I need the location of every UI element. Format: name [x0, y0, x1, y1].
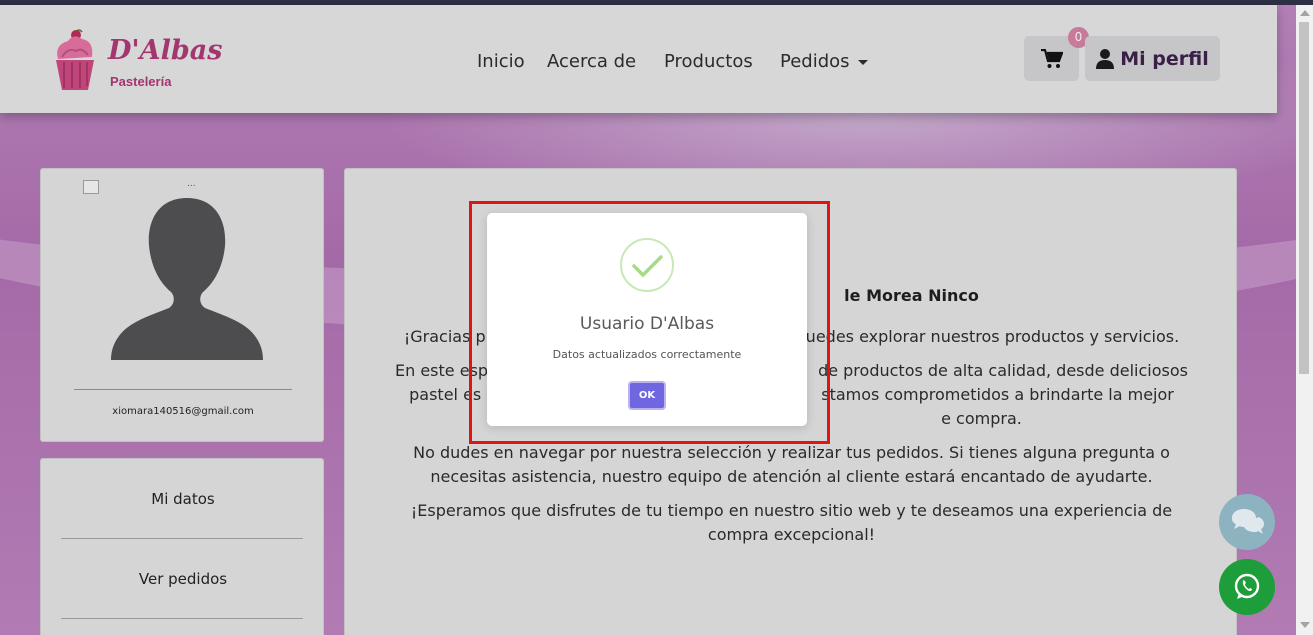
- scroll-up-arrow-icon[interactable]: [1300, 10, 1310, 16]
- scroll-down-arrow-icon[interactable]: [1300, 622, 1310, 628]
- highlight-box: [469, 201, 830, 444]
- scrollbar-thumb[interactable]: [1299, 22, 1309, 374]
